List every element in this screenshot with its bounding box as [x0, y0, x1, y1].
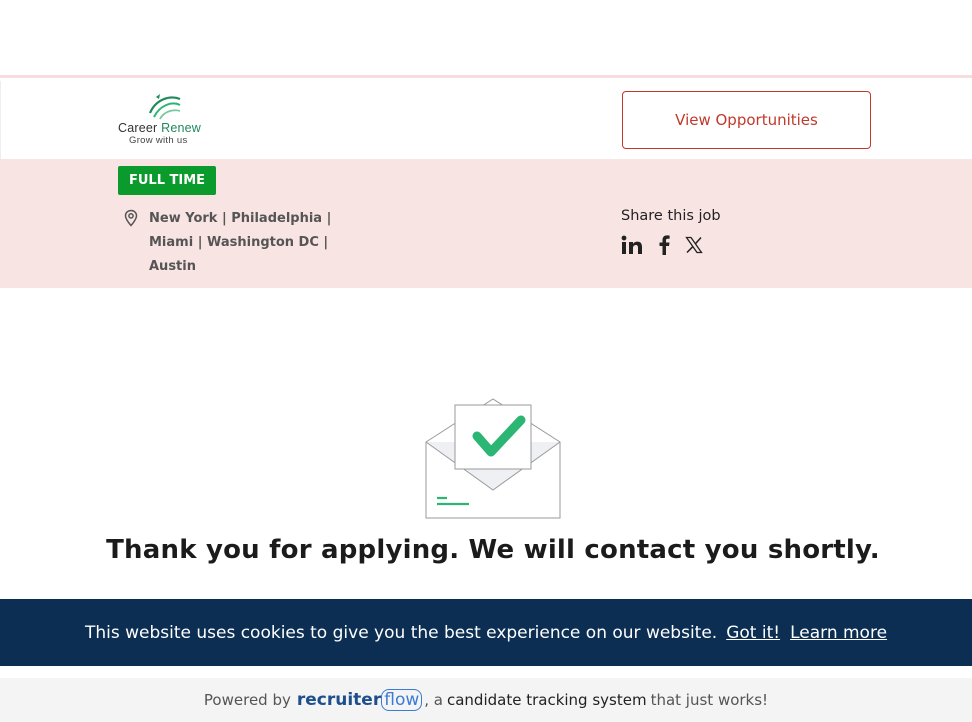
- facebook-icon[interactable]: [657, 235, 671, 255]
- footer-connector: , a: [424, 691, 443, 709]
- share-label: Share this job: [621, 208, 721, 224]
- cookie-accept-link[interactable]: Got it!: [726, 623, 780, 643]
- confirmation-message: Thank you for applying. We will contact …: [106, 535, 880, 565]
- powered-by-footer: Powered by recruiter flow , a candidate t…: [0, 678, 972, 722]
- linkedin-icon[interactable]: [621, 235, 643, 255]
- cookie-banner: This website uses cookies to give you th…: [0, 599, 972, 666]
- footer-tail: that just works!: [650, 691, 769, 709]
- location-pin-icon: [124, 209, 138, 227]
- cookie-learn-more-link[interactable]: Learn more: [790, 623, 887, 643]
- application-sent-envelope-icon: [425, 398, 561, 519]
- job-info-band: FULL TIME New York | Philadelphia | Miam…: [0, 159, 972, 288]
- candidate-tracking-link[interactable]: candidate tracking system: [447, 691, 647, 709]
- view-opportunities-button[interactable]: View Opportunities: [622, 91, 871, 149]
- recruiterflow-logo[interactable]: recruiter flow: [297, 689, 423, 711]
- top-spacer: [0, 0, 972, 78]
- cookie-message: This website uses cookies to give you th…: [84, 622, 718, 643]
- powered-by-label: Powered by: [203, 691, 291, 709]
- employment-type-badge: FULL TIME: [118, 166, 217, 195]
- x-icon[interactable]: [685, 236, 703, 254]
- site-header: Career Renew Grow with us View Opportuni…: [0, 81, 972, 159]
- logo-swoosh-icon: [148, 94, 181, 120]
- logo-wordmark: Career Renew: [118, 121, 202, 135]
- company-logo[interactable]: Career Renew Grow with us: [118, 91, 218, 147]
- logo-tagline: Grow with us: [129, 135, 188, 146]
- share-icons: [621, 235, 703, 255]
- job-locations: New York | Philadelphia | Miami | Washin…: [149, 211, 332, 274]
